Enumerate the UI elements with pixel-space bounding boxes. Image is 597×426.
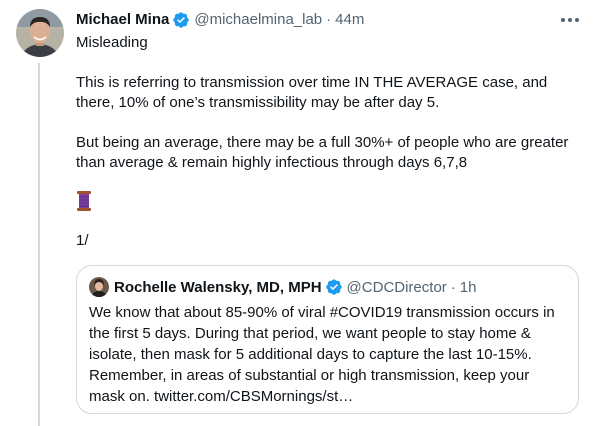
tweet-paragraph: This is referring to transmission over t…: [76, 74, 548, 111]
tweet-paragraph: But being an average, there may be a ful…: [76, 134, 569, 171]
quoted-tweet-text: We know that about 85-90% of viral #COVI…: [89, 304, 555, 405]
more-options-icon[interactable]: [559, 10, 581, 30]
quoted-author-avatar: [89, 277, 109, 297]
quoted-tweet-timestamp: 1h: [459, 278, 477, 296]
author-avatar[interactable]: [16, 9, 64, 57]
author-name[interactable]: Michael Mina: [76, 10, 169, 30]
thread-line: [38, 63, 40, 426]
quoted-tweet-header: Rochelle Walensky, MD, MPH @CDCDirector …: [89, 277, 566, 297]
tweet-timestamp[interactable]: 44m: [335, 10, 364, 30]
verified-badge-icon: [325, 278, 343, 296]
tweet-paragraph: 1/: [76, 232, 89, 249]
quoted-author-handle: @CDCDirector: [346, 278, 447, 296]
separator-dot: ·: [450, 278, 456, 296]
quoted-author-name: Rochelle Walensky, MD, MPH: [114, 278, 322, 296]
tweet-header: Michael Mina @michaelmina_lab · 44m: [76, 10, 581, 30]
spool-of-thread-icon: [76, 191, 92, 211]
tweet-body: Misleading This is referring to transmis…: [76, 33, 583, 251]
author-handle[interactable]: @michaelmina_lab: [194, 10, 322, 30]
separator-dot: ·: [326, 11, 332, 28]
verified-badge-icon: [172, 11, 190, 29]
quoted-tweet[interactable]: Rochelle Walensky, MD, MPH @CDCDirector …: [76, 265, 579, 414]
tweet-paragraph: Misleading: [76, 34, 148, 51]
